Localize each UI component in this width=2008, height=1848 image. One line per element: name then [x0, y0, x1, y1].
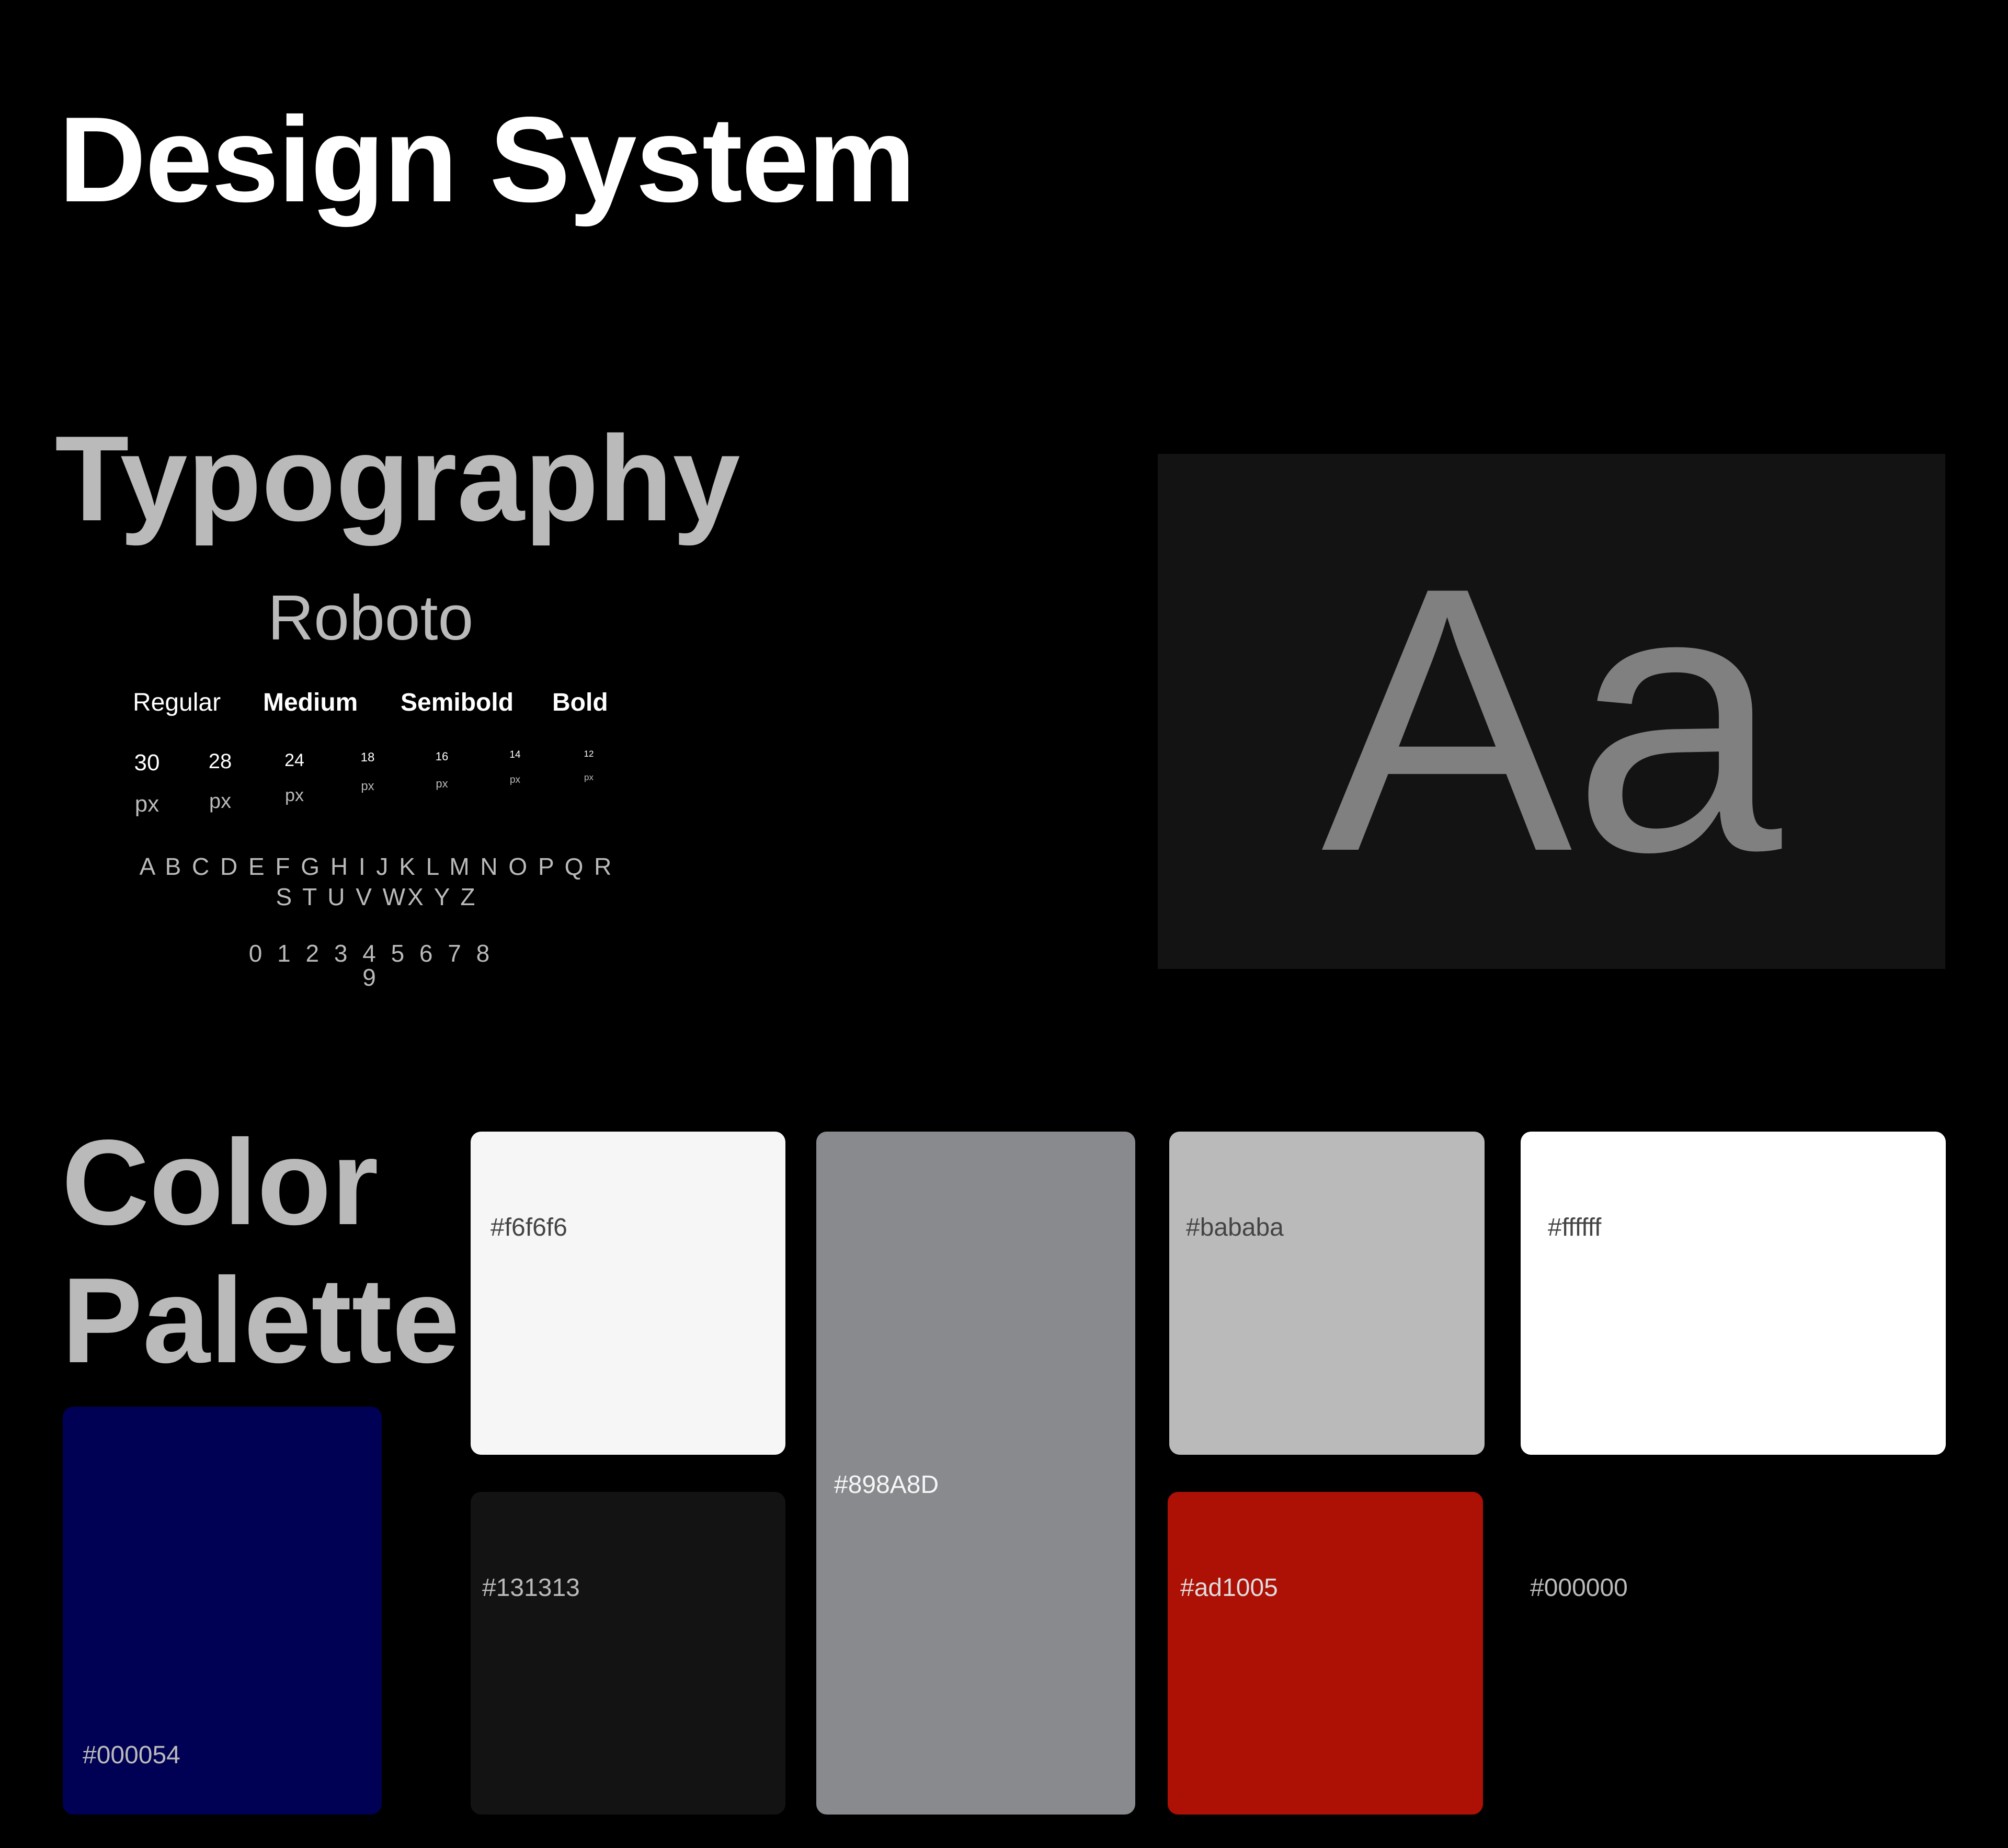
digits-sample: 0 1 2 3 4 5 6 7 8 9: [248, 940, 494, 991]
swatch-ad1005: #ad1005: [1168, 1492, 1483, 1815]
color-palette-heading: Color Palette: [62, 1114, 460, 1390]
color-palette-heading-line2: Palette: [62, 1253, 460, 1388]
swatch-label: #000000: [1530, 1574, 1628, 1602]
font-family-name: Roboto: [268, 582, 474, 653]
size-18-unit: px: [361, 779, 374, 793]
swatch-label: #bababa: [1186, 1214, 1284, 1241]
page-title: Design System: [59, 92, 916, 227]
swatch-898a8d: #898A8D: [816, 1132, 1135, 1815]
size-14-value: 14: [509, 749, 521, 760]
swatch-label: #898A8D: [834, 1471, 939, 1499]
weight-semibold: Semibold: [401, 689, 514, 716]
size-24-value: 24: [284, 750, 304, 770]
swatch-f6f6f6: #f6f6f6: [471, 1132, 785, 1455]
swatch-label: #000054: [83, 1741, 180, 1769]
weight-regular: Regular: [133, 689, 221, 716]
size-12-unit: px: [584, 772, 594, 782]
size-14-unit: px: [509, 774, 521, 785]
weight-bold: Bold: [552, 689, 608, 716]
size-12-value: 12: [584, 749, 594, 759]
swatch-label: #f6f6f6: [490, 1214, 567, 1241]
size-24-unit: px: [285, 785, 304, 805]
alphabet-sample: A B C D E F G H I J K L M N O P Q R S T …: [139, 853, 614, 910]
size-16-unit: px: [436, 777, 448, 790]
swatch-label: #ad1005: [1180, 1574, 1278, 1602]
size-28-unit: px: [209, 790, 232, 813]
swatch-131313: #131313: [471, 1492, 785, 1815]
size-28-value: 28: [208, 750, 232, 773]
size-18-value: 18: [360, 750, 375, 765]
font-specimen-glyphs: Aa: [1321, 508, 1782, 930]
size-30-value: 30: [134, 750, 160, 775]
swatch-000000: #000000: [1521, 1492, 1946, 1815]
swatch-label: #ffffff: [1548, 1214, 1602, 1241]
color-palette-heading-line1: Color: [62, 1115, 379, 1250]
font-specimen-panel: Aa: [1158, 454, 1945, 969]
swatch-bababa: #bababa: [1169, 1132, 1485, 1455]
weight-medium: Medium: [263, 689, 358, 716]
size-16-value: 16: [435, 750, 449, 763]
size-30-unit: px: [134, 791, 159, 817]
typography-heading: Typography: [55, 411, 740, 546]
swatch-ffffff: #ffffff: [1521, 1132, 1946, 1455]
swatch-label: #131313: [482, 1574, 580, 1602]
swatch-000054: #000054: [63, 1407, 382, 1815]
